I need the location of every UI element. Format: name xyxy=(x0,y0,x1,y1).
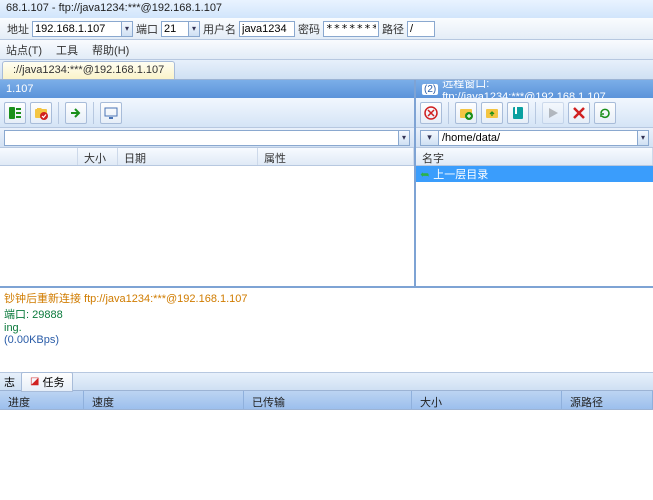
xcol-done[interactable]: 已传输 xyxy=(244,391,412,409)
user-label: 用户名 xyxy=(203,21,236,37)
folder-check-icon xyxy=(34,106,48,120)
password-label: 密码 xyxy=(298,21,320,37)
host-label: 地址 xyxy=(7,21,29,37)
remote-row-parent[interactable]: ➦ 上一层目录 xyxy=(416,166,653,182)
separator xyxy=(448,102,449,124)
remote-bookmark-button[interactable] xyxy=(507,102,529,124)
col-local-size[interactable]: 大小 xyxy=(78,148,118,165)
local-upload-button[interactable] xyxy=(65,102,87,124)
bottom-tabs: 志 ◪ 任务 xyxy=(0,372,653,390)
remote-column-headers: 名字 xyxy=(416,148,653,166)
monitor-icon xyxy=(104,106,118,120)
session-tab-1[interactable]: ://java1234:***@192.168.1.107 xyxy=(2,61,175,79)
log-line-ing: ing. xyxy=(4,322,649,334)
local-path-dropdown-icon[interactable]: ▾ xyxy=(399,130,410,146)
tab-task-label: 任务 xyxy=(42,374,64,390)
remote-path-parent-icon[interactable]: ▾ xyxy=(420,130,438,146)
remote-play-button[interactable] xyxy=(542,102,564,124)
arrow-right-icon xyxy=(69,106,83,120)
log-line-port: 端口: 29888 xyxy=(4,306,649,322)
local-path-row: ▾ xyxy=(0,128,414,148)
col-local-date[interactable]: 日期 xyxy=(118,148,258,165)
folder-plus-icon xyxy=(459,106,473,120)
remote-path-row: ▾ ▾ xyxy=(416,128,653,148)
session-tabs: ://java1234:***@192.168.1.107 xyxy=(0,60,653,80)
host-input[interactable] xyxy=(32,21,122,37)
tree-icon xyxy=(8,106,22,120)
separator xyxy=(93,102,94,124)
menu-site[interactable]: 站点(T) xyxy=(6,42,42,58)
path-label: 路径 xyxy=(382,21,404,37)
xcol-size[interactable]: 大小 xyxy=(412,391,562,409)
parent-dir-icon: ➦ xyxy=(420,168,429,181)
remote-upfolder-button[interactable] xyxy=(481,102,503,124)
remote-panel-header: (2) 远程窗口: ftp://java1234:***@192.168.1.1… xyxy=(416,80,653,98)
folder-up-icon xyxy=(485,106,499,120)
remote-panel: (2) 远程窗口: ftp://java1234:***@192.168.1.1… xyxy=(416,80,653,286)
window-title: 68.1.107 - ftp://java1234:***@192.168.1.… xyxy=(0,0,653,18)
remote-file-list[interactable]: ➦ 上一层目录 xyxy=(416,166,653,286)
local-panel-title: 1.107 xyxy=(6,83,34,95)
log-line-reconnect: 钞钟后重新连接 ftp://java1234:***@192.168.1.107 xyxy=(4,290,649,306)
local-toolbar xyxy=(0,98,414,128)
menu-tools[interactable]: 工具 xyxy=(56,42,78,58)
local-column-headers: 大小 日期 属性 xyxy=(0,148,414,166)
split-panels: 1.107 ▾ 大小 日期 属性 xyxy=(0,80,653,286)
tab-task[interactable]: ◪ 任务 xyxy=(21,372,73,392)
local-check-button[interactable] xyxy=(30,102,52,124)
remote-refresh-button[interactable] xyxy=(594,102,616,124)
log-area: 钞钟后重新连接 ftp://java1234:***@192.168.1.107… xyxy=(0,286,653,372)
col-local-attr[interactable]: 属性 xyxy=(258,148,414,165)
menu-bar: 站点(T) 工具 帮助(H) xyxy=(0,40,653,60)
xcol-srcpath[interactable]: 源路径 xyxy=(562,391,653,409)
transfer-list[interactable] xyxy=(0,410,653,498)
xcol-progress[interactable]: 进度 xyxy=(0,391,84,409)
path-input[interactable] xyxy=(407,21,435,37)
col-spacer[interactable] xyxy=(0,148,78,165)
col-remote-name[interactable]: 名字 xyxy=(416,148,653,165)
local-preview-button[interactable] xyxy=(100,102,122,124)
delete-icon xyxy=(572,106,586,120)
log-line-speed: (0.00KBps) xyxy=(4,334,649,346)
xcol-speed[interactable]: 速度 xyxy=(84,391,244,409)
remote-delete-button[interactable] xyxy=(568,102,590,124)
port-label: 端口 xyxy=(136,21,158,37)
local-panel-header: 1.107 xyxy=(0,80,414,98)
remote-disconnect-button[interactable] xyxy=(420,102,442,124)
task-icon: ◪ xyxy=(30,376,39,387)
refresh-icon xyxy=(598,106,612,120)
host-dropdown-icon[interactable]: ▾ xyxy=(122,21,133,37)
port-input[interactable] xyxy=(161,21,189,37)
bookmark-icon xyxy=(511,106,525,120)
port-dropdown-icon[interactable]: ▾ xyxy=(189,21,200,37)
remote-newfolder-button[interactable] xyxy=(455,102,477,124)
address-bar: 地址 ▾ 端口 ▾ 用户名 密码 路径 xyxy=(0,18,653,40)
separator xyxy=(535,102,536,124)
remote-row-parent-label: 上一层目录 xyxy=(433,166,488,182)
tab-log-label[interactable]: 志 xyxy=(4,374,15,390)
remote-panel-index: (2) xyxy=(422,84,438,95)
remote-path-dropdown-icon[interactable]: ▾ xyxy=(638,130,649,146)
transfer-column-headers: 进度 速度 已传输 大小 源路径 xyxy=(0,390,653,410)
remote-path-input[interactable] xyxy=(438,130,638,146)
local-tree-button[interactable] xyxy=(4,102,26,124)
local-file-list[interactable] xyxy=(0,166,414,286)
local-panel: 1.107 ▾ 大小 日期 属性 xyxy=(0,80,416,286)
menu-help[interactable]: 帮助(H) xyxy=(92,42,129,58)
remote-toolbar xyxy=(416,98,653,128)
separator xyxy=(58,102,59,124)
password-input[interactable] xyxy=(323,21,379,37)
play-icon xyxy=(547,107,559,119)
user-input[interactable] xyxy=(239,21,295,37)
local-path-input[interactable] xyxy=(4,130,399,146)
disconnect-icon xyxy=(424,106,438,120)
